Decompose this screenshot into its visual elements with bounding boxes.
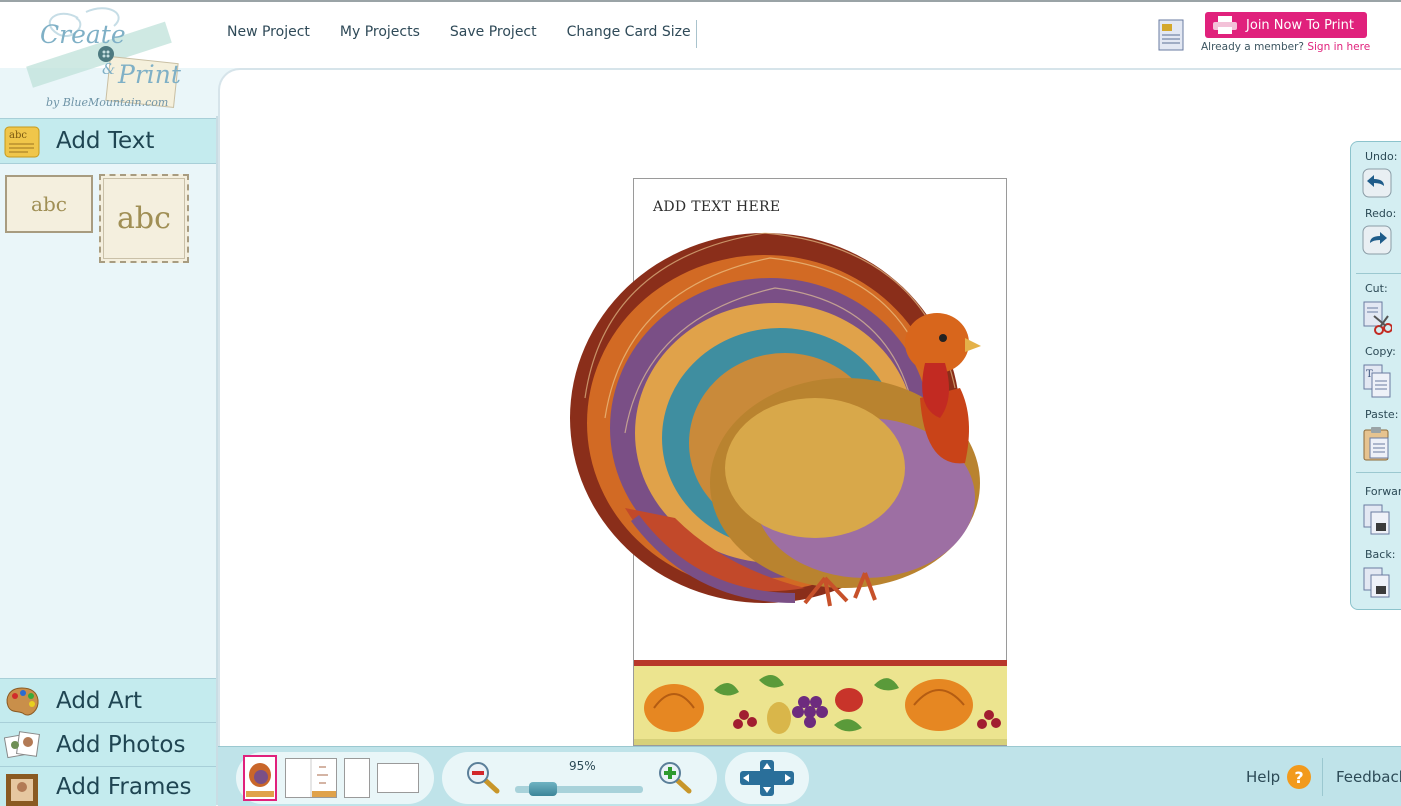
logo-print: Print <box>118 60 181 89</box>
join-now-label: Join Now To Print <box>1246 17 1354 33</box>
member-signin-text: Already a member? Sign in here <box>1201 41 1370 53</box>
feedback-divider <box>1322 758 1323 796</box>
harvest-border-artwork[interactable] <box>634 660 1007 745</box>
zoom-percentage: 95% <box>569 759 596 773</box>
copy-icon[interactable]: T <box>1362 363 1392 399</box>
forward-label: Forward: <box>1365 485 1401 498</box>
cut-icon[interactable] <box>1362 300 1392 336</box>
add-photos-label: Add Photos <box>56 732 186 758</box>
logo-create: Create <box>40 20 126 49</box>
add-frames-panel[interactable]: Add Frames <box>0 766 216 806</box>
card-text-field[interactable]: ADD TEXT HERE <box>653 199 780 215</box>
page-thumb-front[interactable] <box>243 755 277 801</box>
redo-icon[interactable] <box>1362 225 1392 255</box>
logo-amp: & <box>102 60 116 78</box>
send-back-icon[interactable] <box>1362 566 1392 600</box>
move-arrows-icon[interactable] <box>740 760 794 796</box>
nav-change-card-size[interactable]: Change Card Size <box>567 24 691 40</box>
nav-save-project[interactable]: Save Project <box>450 24 537 40</box>
turkey-artwork[interactable] <box>565 218 990 613</box>
logo-byline: by BlueMountain.com <box>46 96 169 109</box>
zoom-slider-thumb[interactable] <box>529 782 557 796</box>
back-label: Back: <box>1365 548 1396 561</box>
nav-my-projects[interactable]: My Projects <box>340 24 420 40</box>
page-thumb-inside[interactable] <box>285 758 337 798</box>
paste-label: Paste: <box>1365 408 1399 421</box>
copy-label: Copy: <box>1365 345 1396 358</box>
palette-icon <box>6 687 39 716</box>
already-member-label: Already a member? <box>1201 41 1308 53</box>
page-thumb-envelope[interactable] <box>377 763 419 793</box>
nav-divider <box>696 20 697 48</box>
cut-label: Cut: <box>1365 282 1388 295</box>
sign-in-link[interactable]: Sign in here <box>1307 41 1370 53</box>
help-icon[interactable]: ? <box>1287 765 1311 789</box>
add-text-label: Add Text <box>56 128 155 154</box>
tools-divider-2 <box>1356 472 1401 473</box>
help-link[interactable]: Help <box>1246 768 1280 786</box>
document-icon[interactable] <box>1157 18 1185 52</box>
tools-divider <box>1356 273 1401 274</box>
printer-icon <box>1213 16 1237 34</box>
text-style-large[interactable]: abc <box>99 174 189 263</box>
add-photos-panel[interactable]: Add Photos <box>0 722 216 768</box>
undo-icon[interactable] <box>1362 168 1392 198</box>
top-nav: New Project My Projects Save Project Cha… <box>227 24 721 40</box>
thumb-turkey-image <box>246 763 274 797</box>
add-art-label: Add Art <box>56 688 143 714</box>
photos-icon <box>4 731 40 759</box>
svg-text:T: T <box>1366 369 1373 380</box>
zoom-out-icon[interactable] <box>465 760 501 794</box>
undo-label: Undo: <box>1365 150 1398 163</box>
join-now-button[interactable]: Join Now To Print <box>1205 12 1367 38</box>
add-text-panel[interactable]: abc Add Text <box>0 118 216 164</box>
add-frames-label: Add Frames <box>56 773 192 800</box>
zoom-in-icon[interactable] <box>657 760 693 794</box>
add-art-panel[interactable]: Add Art <box>0 678 216 724</box>
thumb-inside-image <box>310 759 336 797</box>
brand-logo[interactable]: Create & Print by BlueMountain.com <box>18 4 188 116</box>
nav-new-project[interactable]: New Project <box>227 24 310 40</box>
add-text-icon: abc <box>4 126 40 158</box>
svg-text:abc: abc <box>9 130 27 141</box>
frame-icon <box>6 774 38 806</box>
page-thumb-back[interactable] <box>344 758 370 798</box>
feedback-link[interactable]: Feedback <box>1336 768 1401 786</box>
text-style-small[interactable]: abc <box>5 175 93 233</box>
redo-label: Redo: <box>1365 207 1397 220</box>
bring-forward-icon[interactable] <box>1362 503 1392 537</box>
paste-icon[interactable] <box>1362 426 1392 462</box>
